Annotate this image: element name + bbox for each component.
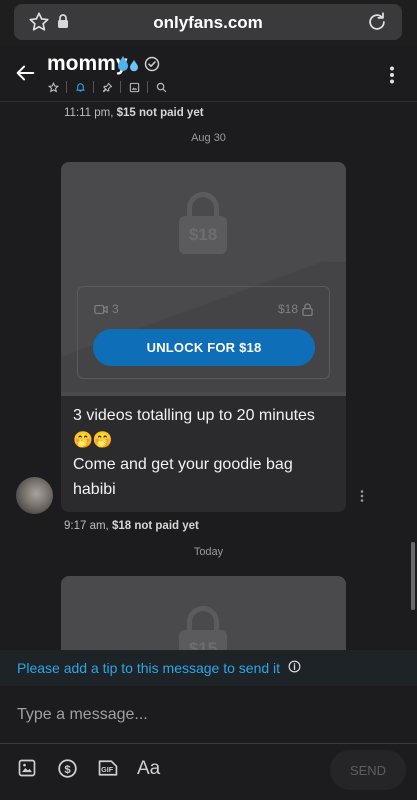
padlock-icon: $15	[179, 606, 227, 650]
tip-banner-text: Please add a tip to this message to send…	[17, 660, 281, 676]
chat-thread[interactable]: 11:11 pm, $15 not paid yet Aug 30 $18 3 …	[0, 102, 417, 650]
water-drops-emoji-icon	[117, 53, 141, 80]
message-emoji: 🤭🤭	[73, 431, 113, 449]
contact-name[interactable]: mommy	[47, 52, 128, 76]
message-options-icon[interactable]	[360, 489, 364, 507]
divider	[66, 81, 67, 93]
locked-media-preview[interactable]: $18 3 $18 UNLOCK FOR $18	[61, 162, 346, 396]
tip-dollar-icon[interactable]: $	[57, 758, 78, 784]
divider	[120, 81, 121, 93]
search-icon[interactable]	[154, 80, 168, 94]
scrollbar[interactable]	[411, 542, 415, 610]
message-input[interactable]	[0, 686, 417, 744]
url-text[interactable]: onlyfans.com	[14, 13, 402, 33]
gallery-icon[interactable]	[127, 80, 141, 94]
info-icon[interactable]	[288, 660, 301, 676]
unlock-button[interactable]: UNLOCK FOR $18	[93, 329, 315, 366]
message-composer	[0, 686, 417, 744]
locked-media-preview[interactable]: $15	[61, 576, 346, 650]
locked-content-box: 3 $18 UNLOCK FOR $18	[77, 286, 330, 379]
composer-toolbar: $ GIF Aa SEND	[0, 744, 417, 800]
favorite-star-icon[interactable]	[46, 80, 60, 94]
message-time: 9:17 am,	[64, 520, 109, 532]
svg-text:GIF: GIF	[101, 765, 114, 774]
browser-bar: onlyfans.com	[0, 0, 417, 46]
message-bubble[interactable]: 3 videos totalling up to 20 minutes 🤭🤭 C…	[61, 396, 346, 512]
video-count-label: 3	[112, 302, 119, 316]
chat-header: mommy	[0, 46, 417, 102]
pin-icon[interactable]	[100, 80, 114, 94]
payment-status: $18 not paid yet	[111, 520, 199, 532]
back-arrow-icon[interactable]	[14, 62, 36, 89]
notification-bell-icon[interactable]	[73, 80, 87, 94]
video-count: 3	[94, 302, 119, 316]
small-lock-icon	[302, 302, 313, 316]
payment-status: $15 not paid yet	[116, 107, 204, 119]
message-time: 11:11 pm,	[64, 107, 114, 119]
gif-icon[interactable]: GIF	[97, 758, 119, 783]
message-meta: 9:17 am, $18 not paid yet	[64, 520, 199, 532]
tip-required-banner: Please add a tip to this message to send…	[0, 650, 417, 686]
locked-price-watermark: $15	[179, 630, 227, 650]
reload-icon[interactable]	[366, 11, 388, 38]
message-text: 3 videos totalling up to 20 minutes	[73, 407, 315, 424]
send-button[interactable]: SEND	[330, 750, 406, 790]
lock-price: $18	[278, 302, 313, 316]
lock-price-label: $18	[277, 302, 298, 316]
message-meta: 11:11 pm, $15 not paid yet	[64, 107, 204, 119]
text-format-button[interactable]: Aa	[137, 758, 160, 780]
address-bar[interactable]: onlyfans.com	[14, 4, 402, 40]
message-text: Come and get your goodie bag	[73, 456, 293, 473]
divider	[147, 81, 148, 93]
image-attach-icon[interactable]	[17, 758, 37, 783]
date-divider: Today	[193, 546, 224, 558]
divider	[93, 81, 94, 93]
verified-icon	[144, 56, 160, 77]
date-divider: Aug 30	[191, 132, 226, 144]
video-icon	[94, 304, 108, 314]
avatar[interactable]	[16, 477, 53, 514]
locked-price-watermark: $18	[179, 216, 227, 254]
svg-text:$: $	[64, 764, 71, 776]
message-text: habibi	[73, 480, 116, 498]
padlock-icon: $18	[179, 192, 227, 254]
more-options-icon[interactable]	[389, 66, 395, 89]
